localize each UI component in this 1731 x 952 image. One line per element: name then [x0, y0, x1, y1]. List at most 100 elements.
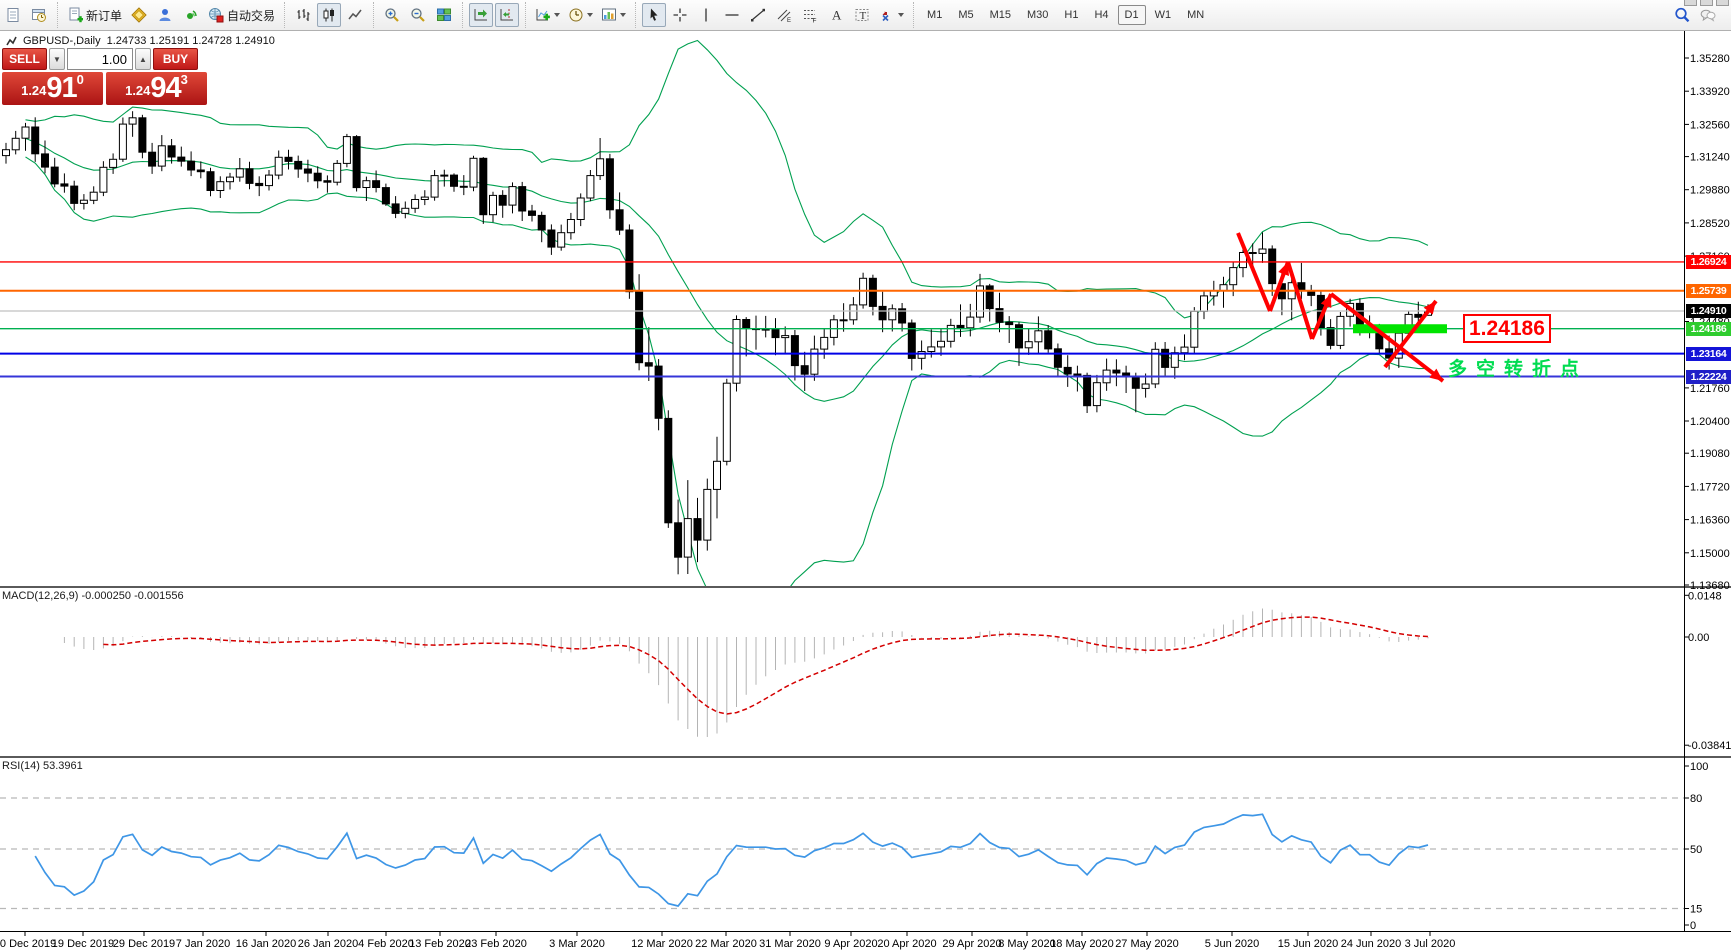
- search-icon[interactable]: [1670, 3, 1694, 27]
- autotrading-button[interactable]: 自动交易: [205, 3, 278, 27]
- line-chart-button[interactable]: [343, 3, 367, 27]
- search-icon-glyph: [1675, 7, 1690, 23]
- new-chart-icon-glyph: [7, 8, 19, 22]
- svg-text:22 Mar 2020: 22 Mar 2020: [695, 938, 757, 950]
- trendline-button[interactable]: [746, 3, 770, 27]
- macd-rsi-separator[interactable]: [0, 756, 1731, 758]
- timeframe-m30-button[interactable]: M30: [1020, 5, 1055, 25]
- svg-text:1.17720: 1.17720: [1690, 481, 1730, 493]
- signals-icon-glyph: [187, 10, 197, 19]
- timeframe-m1-button[interactable]: M1: [920, 5, 949, 25]
- sell-price-pip: 0: [76, 72, 84, 87]
- templates-button-glyph: [602, 8, 617, 21]
- timeframe-h1-button[interactable]: H1: [1057, 5, 1085, 25]
- volume-input[interactable]: [67, 48, 133, 70]
- svg-text:23 Feb 2020: 23 Feb 2020: [465, 938, 527, 950]
- tile-windows-button-glyph: [437, 8, 452, 21]
- vertical-line-button-glyph: [705, 8, 707, 22]
- horizontal-line-button[interactable]: [720, 3, 744, 27]
- metaeditor-icon[interactable]: [127, 3, 151, 27]
- buy-price-pip: 3: [180, 72, 188, 87]
- dropdown-caret-icon[interactable]: [587, 13, 594, 17]
- timeframe-d1-button[interactable]: D1: [1117, 5, 1146, 25]
- svg-text:1.29880: 1.29880: [1690, 185, 1730, 197]
- dropdown-caret-icon[interactable]: [554, 13, 561, 17]
- chat-icon[interactable]: [1696, 3, 1720, 27]
- signals-icon[interactable]: [179, 3, 203, 27]
- volume-down-button[interactable]: ▼: [49, 48, 65, 70]
- mt4-window: { "toolbar": { "groups": [ {"name":"file…: [0, 0, 1731, 952]
- restore-button[interactable]: [1700, 0, 1713, 6]
- toolbar-group-zoom: [373, 2, 462, 28]
- minimize-button[interactable]: [1684, 0, 1697, 6]
- periods-button[interactable]: [565, 3, 596, 27]
- svg-text:1.16360: 1.16360: [1690, 515, 1730, 527]
- svg-text:0.00: 0.00: [1688, 632, 1709, 644]
- buy-button[interactable]: BUY: [153, 48, 198, 70]
- sell-button[interactable]: SELL: [2, 48, 47, 70]
- zoom-in-button[interactable]: [380, 3, 404, 27]
- chart-canvas[interactable]: 1.35280 1.33920 1.32560 1.31240 1.29880 1.285…: [0, 0, 1731, 952]
- price-level-annotation[interactable]: 1.24186: [1463, 314, 1551, 343]
- vertical-line-button[interactable]: [694, 3, 718, 27]
- tile-windows-button[interactable]: [432, 3, 456, 27]
- svg-text:A: A: [832, 8, 842, 23]
- toolbar-group-trade: 新订单 自动交易: [57, 2, 284, 28]
- svg-text:29 Dec 2019: 29 Dec 2019: [113, 938, 175, 950]
- svg-text:1.15000: 1.15000: [1690, 548, 1730, 560]
- timeframe-m5-button[interactable]: M5: [951, 5, 980, 25]
- toolbar-group-file: [0, 2, 57, 28]
- svg-text:F: F: [813, 18, 817, 24]
- timeframe-h4-button[interactable]: H4: [1087, 5, 1115, 25]
- equidistant-channel-button[interactable]: E: [772, 3, 796, 27]
- new-chart-icon[interactable]: [1, 3, 25, 27]
- svg-text:E: E: [787, 18, 791, 23]
- fibonacci-button[interactable]: F: [798, 3, 822, 27]
- svg-text:31 Mar 2020: 31 Mar 2020: [759, 938, 821, 950]
- svg-text:8 May 2020: 8 May 2020: [998, 938, 1055, 950]
- dropdown-caret-icon[interactable]: [620, 13, 627, 17]
- bar-chart-button[interactable]: [291, 3, 315, 27]
- arrows-button[interactable]: [876, 3, 907, 27]
- svg-text:12 Mar 2020: 12 Mar 2020: [631, 938, 693, 950]
- crosshair-button[interactable]: [668, 3, 692, 27]
- cursor-button-glyph: [650, 8, 658, 21]
- svg-text:1.20400: 1.20400: [1690, 416, 1730, 428]
- turning-point-annotation[interactable]: 多空转折点: [1448, 354, 1588, 381]
- chart-shift-button[interactable]: [495, 3, 520, 27]
- zoom-out-button[interactable]: [406, 3, 430, 27]
- horizontal-line-button-glyph: [725, 14, 739, 16]
- label-button[interactable]: T: [850, 3, 874, 27]
- timeframe-w1-button[interactable]: W1: [1148, 5, 1179, 25]
- main-macd-separator[interactable]: [0, 586, 1731, 588]
- new-order-button-glyph: [69, 7, 83, 23]
- svg-text:19 Dec 2019: 19 Dec 2019: [52, 938, 114, 950]
- svg-text:5 Jun 2020: 5 Jun 2020: [1205, 938, 1259, 950]
- dropdown-caret-icon[interactable]: [898, 13, 905, 17]
- candlestick-button[interactable]: [317, 3, 342, 27]
- templates-button[interactable]: [598, 3, 629, 27]
- profiles-icon[interactable]: [27, 3, 51, 27]
- window-controls: [1684, 0, 1729, 6]
- zoom-in-button-glyph: [385, 8, 399, 22]
- chart-shift-button-glyph: [500, 9, 514, 21]
- cursor-button[interactable]: [642, 3, 667, 27]
- buy-price-display[interactable]: 1.24 94 3: [106, 72, 207, 105]
- buy-price-prefix: 1.24: [125, 83, 151, 98]
- indicators-button[interactable]: [532, 3, 563, 27]
- one-click-trading-panel: SELL ▼ ▲ BUY 1.24910 1.24943: [2, 48, 208, 105]
- timeframe-m15-button[interactable]: M15: [983, 5, 1018, 25]
- toolbar-group-insert: [525, 2, 635, 28]
- svg-text:26 Jan 2020: 26 Jan 2020: [298, 938, 359, 950]
- symbol-period-label: GBPUSD-,Daily: [23, 35, 101, 47]
- mql5-community-icon[interactable]: [153, 3, 177, 27]
- new-order-button[interactable]: 新订单: [64, 3, 125, 27]
- bar-chart-button-glyph: [297, 9, 310, 21]
- svg-text:1.19080: 1.19080: [1690, 448, 1730, 460]
- timeframe-mn-button[interactable]: MN: [1180, 5, 1211, 25]
- auto-scroll-button[interactable]: [469, 3, 494, 27]
- sell-price-display[interactable]: 1.24 91 0: [2, 72, 103, 105]
- close-button[interactable]: [1716, 0, 1729, 6]
- text-button[interactable]: A: [824, 3, 848, 27]
- volume-up-button[interactable]: ▲: [135, 48, 151, 70]
